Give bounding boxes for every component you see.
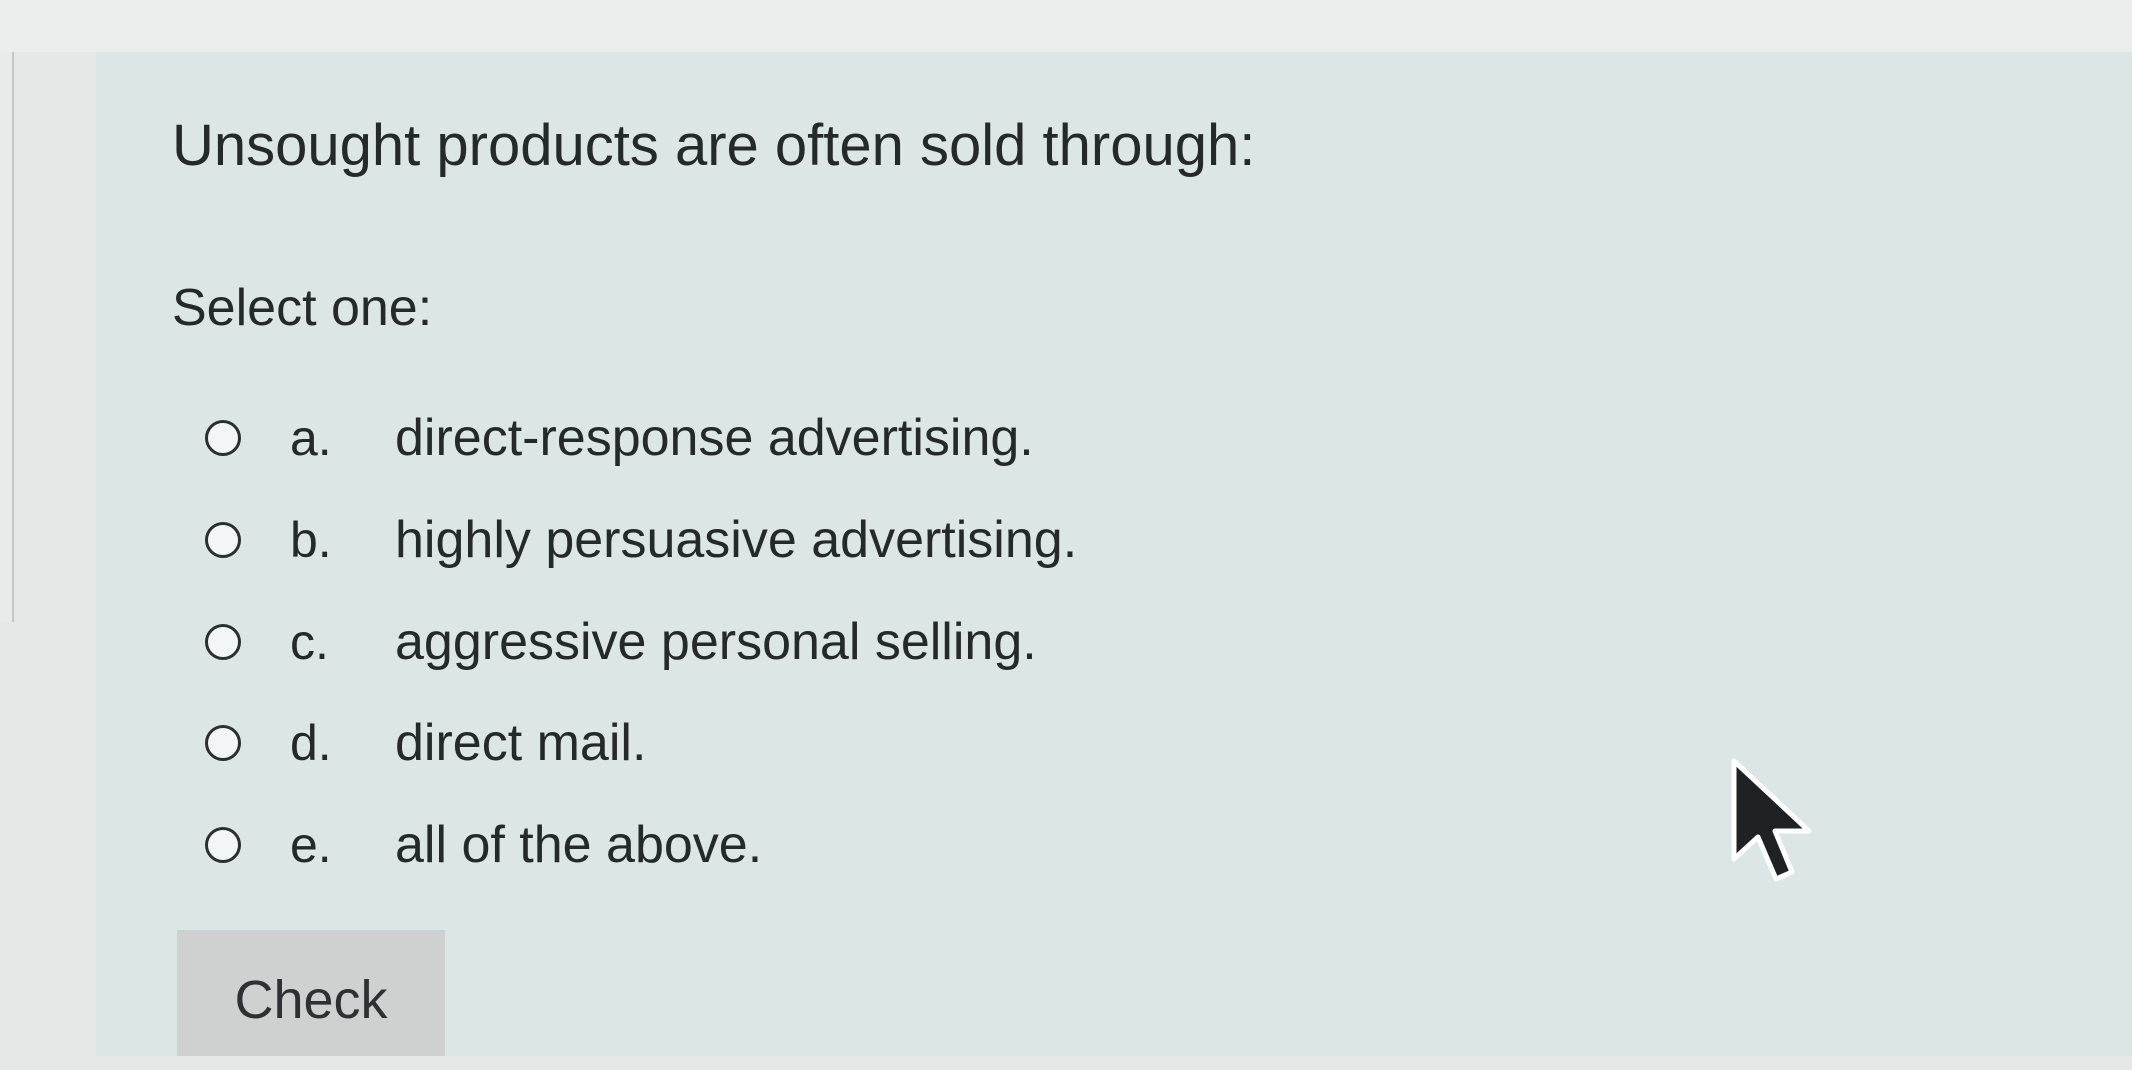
option-text[interactable]: direct mail. <box>395 713 646 773</box>
radio-button-e[interactable] <box>205 827 241 863</box>
arrow-cursor-icon <box>1731 758 1812 882</box>
option-letter: a. <box>290 410 332 466</box>
page-top-area <box>0 0 2132 52</box>
option-text[interactable]: aggressive personal selling. <box>395 612 1037 672</box>
option-text[interactable]: highly persuasive advertising. <box>395 510 1077 570</box>
radio-button-c[interactable] <box>205 624 241 660</box>
question-text: Unsought products are often sold through… <box>172 113 1256 178</box>
option-d[interactable]: d. direct mail. <box>205 703 646 783</box>
radio-button-b[interactable] <box>205 522 241 558</box>
option-text[interactable]: all of the above. <box>395 815 762 875</box>
option-c[interactable]: c. aggressive personal selling. <box>205 602 1037 682</box>
left-panel-edge <box>0 52 14 622</box>
option-a[interactable]: a. direct-response advertising. <box>205 398 1034 478</box>
check-button[interactable]: Check <box>177 930 445 1056</box>
radio-button-a[interactable] <box>205 420 241 456</box>
option-letter: e. <box>290 817 332 873</box>
option-letter: d. <box>290 715 332 771</box>
option-e[interactable]: e. all of the above. <box>205 805 762 885</box>
option-text[interactable]: direct-response advertising. <box>395 408 1034 468</box>
select-one-prompt: Select one: <box>172 279 433 337</box>
option-b[interactable]: b. highly persuasive advertising. <box>205 500 1077 580</box>
option-letter: c. <box>290 614 329 670</box>
option-letter: b. <box>290 512 332 568</box>
radio-button-d[interactable] <box>205 725 241 761</box>
